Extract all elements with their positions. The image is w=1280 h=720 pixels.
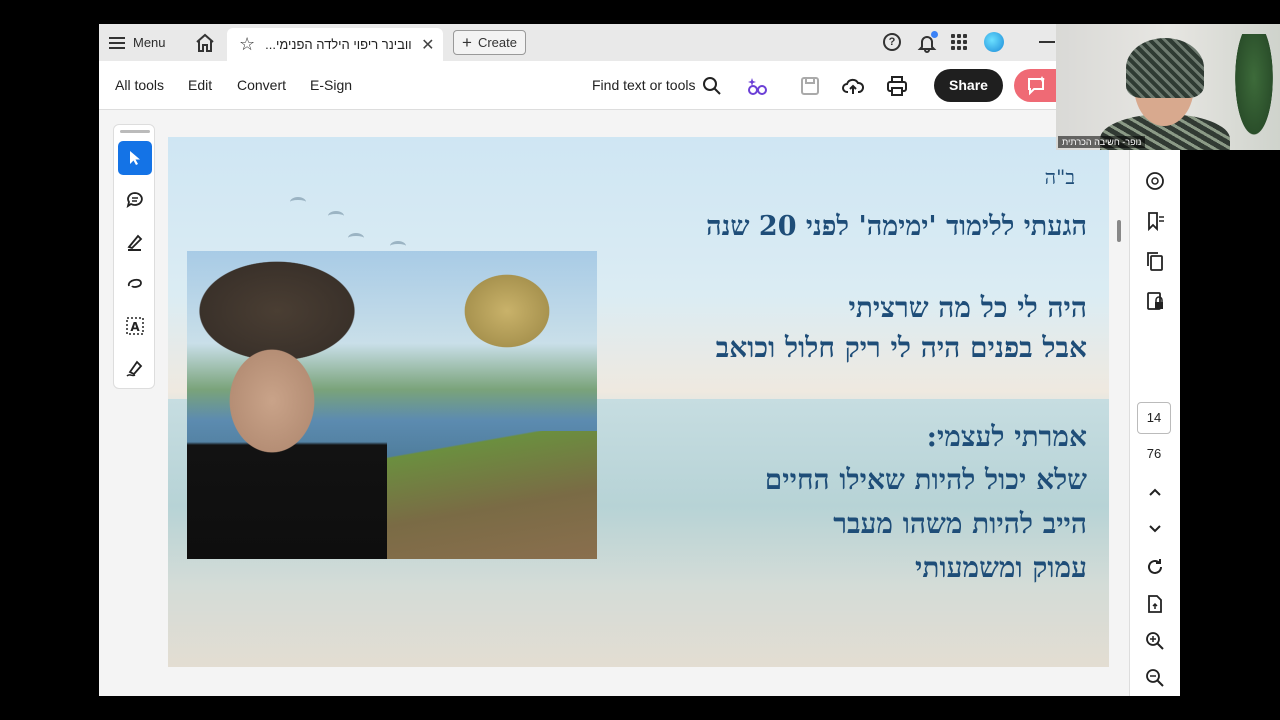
bird-decoration [328, 211, 344, 221]
comment-tool-button[interactable] [118, 183, 152, 217]
right-rail: 14 76 [1129, 110, 1180, 696]
minimize-window-icon[interactable] [1039, 41, 1055, 43]
share-button[interactable]: Share [934, 69, 1003, 102]
main-toolbar: All tools Edit Convert E-Sign Find text … [99, 61, 1180, 110]
select-tool-button[interactable] [118, 141, 152, 175]
esign-menu[interactable]: E-Sign [310, 61, 352, 110]
text-line-3: אבל בפנים היה לי ריק חלול וכואב [715, 331, 1087, 364]
quick-tools-palette: A [113, 124, 155, 389]
highlight-tool-button[interactable] [118, 225, 152, 259]
page-extract-icon[interactable] [1144, 593, 1166, 615]
apps-grid-icon[interactable] [951, 34, 967, 50]
home-icon [196, 33, 214, 52]
acrobat-window: Menu ☆ וובינר ריפוי הילדה הפנימי... ✕ + … [99, 24, 1180, 696]
bird-decoration [290, 197, 306, 207]
current-page-input[interactable]: 14 [1137, 402, 1171, 434]
protect-document-icon[interactable] [1144, 290, 1166, 312]
bird-decoration [390, 241, 406, 251]
profile-avatar[interactable] [984, 32, 1004, 52]
find-text-or-tools[interactable]: Find text or tools [592, 61, 696, 110]
bh-header: ב"ה [1044, 165, 1075, 189]
zoom-out-icon[interactable] [1144, 667, 1166, 689]
text-line-4: אמרתי לעצמי: [926, 420, 1087, 453]
next-page-icon[interactable] [1144, 518, 1166, 540]
draw-tool-button[interactable] [118, 267, 152, 301]
pen-sign-icon [126, 360, 143, 377]
comment-icon [126, 192, 143, 209]
document-tab[interactable]: ☆ וובינר ריפוי הילדה הפנימי... ✕ [227, 28, 443, 61]
search-icon[interactable] [701, 75, 723, 97]
ai-assistant-icon[interactable] [746, 75, 768, 97]
sign-tool-button[interactable] [118, 351, 152, 385]
create-label: Create [477, 35, 517, 50]
document-tab-title: וובינר ריפוי הילדה הפנימי... [265, 37, 412, 52]
text-line-1: הגעתי ללימוד 'ימימה' לפני 20 שנה [706, 211, 1087, 242]
bird-decoration [348, 233, 364, 243]
text-box-icon: A [126, 317, 144, 335]
woman-figure [187, 251, 387, 559]
freehand-draw-icon [128, 278, 142, 288]
menu-button[interactable]: Menu [109, 24, 166, 61]
close-tab-icon[interactable]: ✕ [421, 35, 434, 55]
tab-bar: Menu ☆ וובינר ריפוי הילדה הפנימי... ✕ + … [99, 24, 1180, 61]
text-line-7: עמוק ומשמעותי [915, 551, 1087, 584]
hamburger-icon [109, 36, 125, 49]
comments-panel-icon[interactable] [1144, 170, 1166, 192]
text-box-tool-button[interactable]: A [118, 309, 152, 343]
menu-label: Menu [133, 35, 166, 50]
edit-menu[interactable]: Edit [188, 61, 212, 110]
zoom-in-icon[interactable] [1144, 630, 1166, 652]
previous-page-icon[interactable] [1144, 481, 1166, 503]
help-icon[interactable]: ? [883, 33, 901, 51]
participant-name-label: נופר- חשיבה הכרתית [1058, 136, 1146, 148]
print-icon[interactable] [886, 75, 908, 97]
text-line-6: הייב להיות משהו מעבר [833, 507, 1087, 540]
svg-text:A: A [130, 320, 140, 334]
notification-badge [931, 31, 938, 38]
highlighter-icon [127, 234, 143, 251]
page-thumbnails-icon[interactable] [1144, 250, 1166, 272]
text-line-2: היה לי כל מה שרציתי [848, 291, 1087, 324]
palette-grip[interactable] [120, 130, 150, 133]
all-tools-menu[interactable]: All tools [115, 61, 164, 110]
convert-menu[interactable]: Convert [237, 61, 286, 110]
vertical-scrollbar[interactable] [1117, 220, 1121, 242]
bookmarks-icon[interactable] [1144, 210, 1166, 232]
pdf-page: ב"ה הגעתי ללימוד 'ימימה' לפני 20 שנה היה… [168, 137, 1109, 667]
create-button[interactable]: + Create [453, 30, 526, 55]
participant-headscarf [1126, 38, 1204, 98]
star-icon[interactable]: ☆ [239, 34, 255, 55]
webcam-video-feed: נופר- חשיבה הכרתית [1056, 24, 1280, 150]
plus-icon: + [462, 32, 472, 52]
home-button[interactable] [195, 24, 215, 61]
save-icon[interactable] [799, 75, 821, 97]
portrait-photo [187, 251, 597, 559]
tree-foliage [447, 251, 597, 391]
plant-background [1232, 34, 1276, 144]
text-line-5: שלא יכול להיות שאילו החיים [764, 463, 1087, 496]
refresh-icon[interactable] [1144, 556, 1166, 578]
chat-sparkle-icon [1028, 76, 1045, 96]
total-pages-label: 76 [1146, 446, 1162, 461]
cloud-upload-icon[interactable] [842, 75, 864, 97]
cursor-arrow-icon [130, 151, 140, 165]
